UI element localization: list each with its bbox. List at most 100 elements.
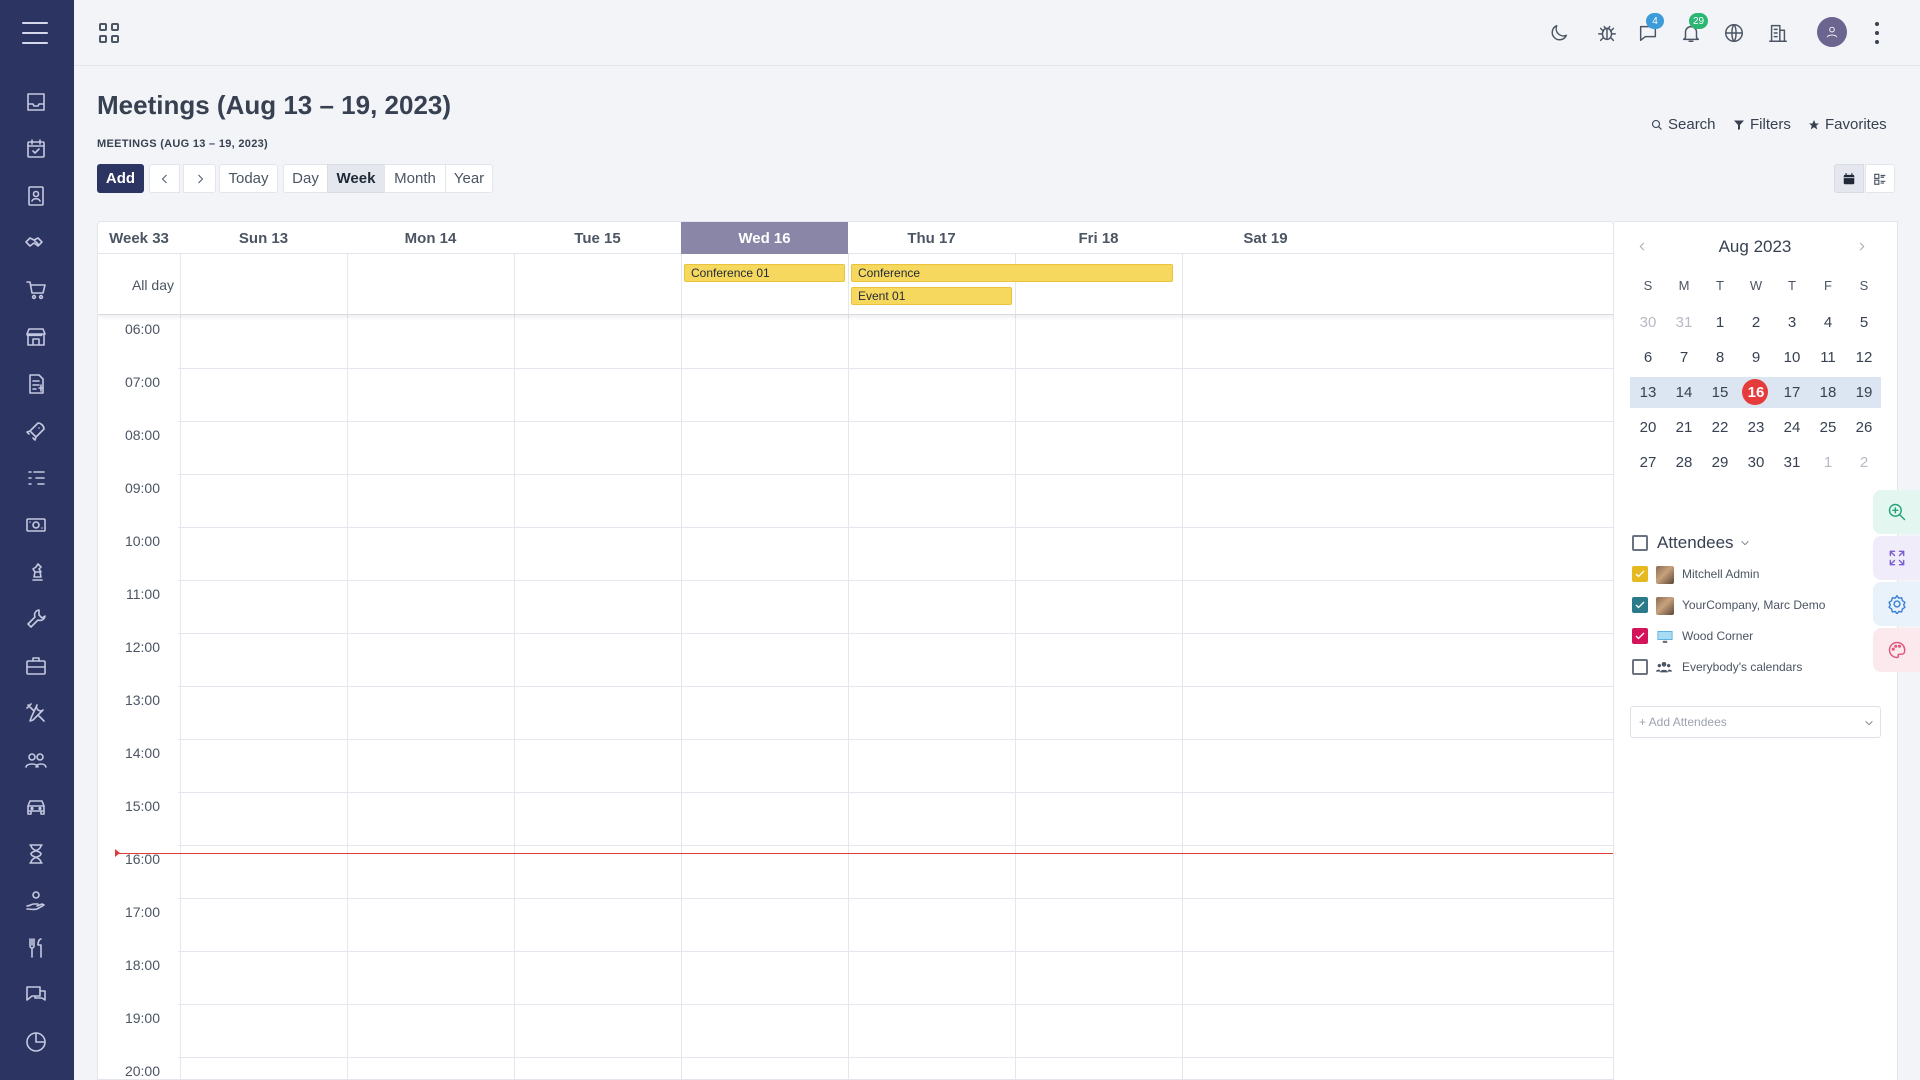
sidebar-item-briefcase[interactable] (22, 652, 50, 680)
mini-day[interactable]: 30 (1738, 447, 1774, 477)
zoom-tool-button[interactable] (1873, 490, 1920, 534)
mini-day[interactable]: 6 (1630, 342, 1666, 372)
mini-day[interactable]: 3 (1774, 307, 1810, 337)
day-header[interactable]: Thu 17 (848, 222, 1015, 254)
hour-row[interactable]: 09:00 (98, 474, 1613, 528)
allday-event[interactable]: Event 01 (851, 287, 1012, 305)
mini-day[interactable]: 26 (1846, 412, 1882, 442)
sidebar-item-hand-coin[interactable] (22, 887, 50, 915)
more-options-icon[interactable] (1874, 22, 1880, 44)
hour-row[interactable]: 17:00 (98, 898, 1613, 952)
mini-day[interactable]: 11 (1810, 342, 1846, 372)
mini-day[interactable]: 25 (1810, 412, 1846, 442)
mini-day[interactable]: 28 (1666, 447, 1702, 477)
mini-day[interactable]: 2 (1738, 307, 1774, 337)
sidebar-item-chat[interactable] (22, 981, 50, 1009)
allday-event[interactable]: Conference (851, 264, 1173, 282)
sidebar-item-chess[interactable] (22, 558, 50, 586)
sidebar-item-utensils[interactable] (22, 934, 50, 962)
sidebar-item-calendar-check[interactable] (22, 135, 50, 163)
add-attendees-select[interactable]: + Add Attendees (1630, 706, 1881, 738)
mini-day[interactable]: 29 (1702, 447, 1738, 477)
mini-day[interactable]: 22 (1702, 412, 1738, 442)
mini-day[interactable]: 1 (1702, 307, 1738, 337)
sidebar-item-money[interactable] (22, 511, 50, 539)
sidebar-item-handshake[interactable] (22, 229, 50, 257)
attendee-checkbox[interactable] (1632, 597, 1648, 613)
mini-day[interactable]: 2 (1846, 447, 1882, 477)
attendee-checkbox[interactable] (1632, 628, 1648, 644)
mini-day[interactable]: 20 (1630, 412, 1666, 442)
mini-day[interactable]: 8 (1702, 342, 1738, 372)
hour-row[interactable]: 10:00 (98, 527, 1613, 581)
globe-icon[interactable] (1722, 21, 1746, 45)
hour-row[interactable]: 19:00 (98, 1004, 1613, 1058)
sidebar-item-contacts[interactable] (22, 182, 50, 210)
bug-icon[interactable] (1595, 21, 1619, 45)
hour-row[interactable]: 14:00 (98, 739, 1613, 793)
mini-day[interactable]: 9 (1738, 342, 1774, 372)
mini-day[interactable]: 14 (1666, 377, 1702, 407)
sidebar-item-hourglass[interactable] (22, 840, 50, 868)
mini-day[interactable]: 1 (1810, 447, 1846, 477)
hour-row[interactable]: 13:00 (98, 686, 1613, 740)
scale-month-button[interactable]: Month (384, 164, 446, 193)
hour-row[interactable]: 06:00 (98, 315, 1613, 369)
hour-row[interactable]: 12:00 (98, 633, 1613, 687)
mini-day[interactable]: 17 (1774, 377, 1810, 407)
attendee-row[interactable]: Wood Corner (1630, 627, 1890, 647)
allday-event[interactable]: Conference 01 (684, 264, 845, 282)
mini-day[interactable]: 12 (1846, 342, 1882, 372)
attendee-row[interactable]: Everybody's calendars (1630, 658, 1890, 678)
sidebar-item-cart[interactable] (22, 276, 50, 304)
day-header[interactable]: Sun 13 (180, 222, 347, 254)
previous-button[interactable] (149, 164, 180, 193)
scale-day-button[interactable]: Day (283, 164, 328, 193)
breadcrumb[interactable]: MEETINGS (AUG 13 – 19, 2023) (97, 138, 268, 150)
mini-day-today[interactable]: 16 (1738, 377, 1774, 407)
mini-day[interactable]: 5 (1846, 307, 1882, 337)
sidebar-item-tools[interactable] (22, 699, 50, 727)
add-button[interactable]: Add (97, 164, 144, 193)
filters-button[interactable]: Filters (1733, 116, 1791, 133)
today-button[interactable]: Today (219, 164, 278, 193)
messages-icon[interactable]: 4 (1636, 13, 1664, 45)
day-header[interactable]: Wed 16 (681, 222, 848, 254)
mini-day[interactable]: 23 (1738, 412, 1774, 442)
mini-day[interactable]: 4 (1810, 307, 1846, 337)
sidebar-item-store[interactable] (22, 323, 50, 351)
favorites-button[interactable]: Favorites (1808, 116, 1887, 133)
mini-day[interactable]: 18 (1810, 377, 1846, 407)
mini-prev-button[interactable] (1634, 238, 1650, 254)
theme-tool-button[interactable] (1873, 628, 1920, 672)
mini-day[interactable]: 31 (1774, 447, 1810, 477)
day-header[interactable]: Fri 18 (1015, 222, 1182, 254)
scale-year-button[interactable]: Year (445, 164, 493, 193)
mini-day[interactable]: 21 (1666, 412, 1702, 442)
mini-day[interactable]: 13 (1630, 377, 1666, 407)
sidebar-item-car[interactable] (22, 793, 50, 821)
mini-day[interactable]: 31 (1666, 307, 1702, 337)
day-header[interactable]: Mon 14 (347, 222, 514, 254)
settings-tool-button[interactable] (1873, 582, 1920, 626)
day-header[interactable]: Sat 19 (1182, 222, 1349, 254)
user-avatar[interactable] (1817, 17, 1847, 47)
mini-day[interactable]: 10 (1774, 342, 1810, 372)
search-button[interactable]: Search (1651, 116, 1716, 133)
mini-day[interactable]: 15 (1702, 377, 1738, 407)
mini-day[interactable]: 19 (1846, 377, 1882, 407)
hour-row[interactable]: 20:00 (98, 1057, 1613, 1079)
sidebar-item-people[interactable] (22, 746, 50, 774)
hamburger-menu-icon[interactable] (22, 22, 48, 44)
next-button[interactable] (183, 164, 216, 193)
sidebar-item-rocket[interactable] (22, 417, 50, 445)
sidebar-item-pie[interactable] (22, 1028, 50, 1056)
hour-row[interactable]: 08:00 (98, 421, 1613, 475)
apps-grid-icon[interactable] (99, 23, 119, 43)
hour-row[interactable]: 15:00 (98, 792, 1613, 846)
bell-icon[interactable]: 29 (1679, 13, 1709, 45)
day-header[interactable]: Tue 15 (514, 222, 681, 254)
company-building-icon[interactable] (1766, 21, 1790, 45)
sidebar-item-inbox[interactable] (22, 88, 50, 116)
mini-day[interactable]: 27 (1630, 447, 1666, 477)
